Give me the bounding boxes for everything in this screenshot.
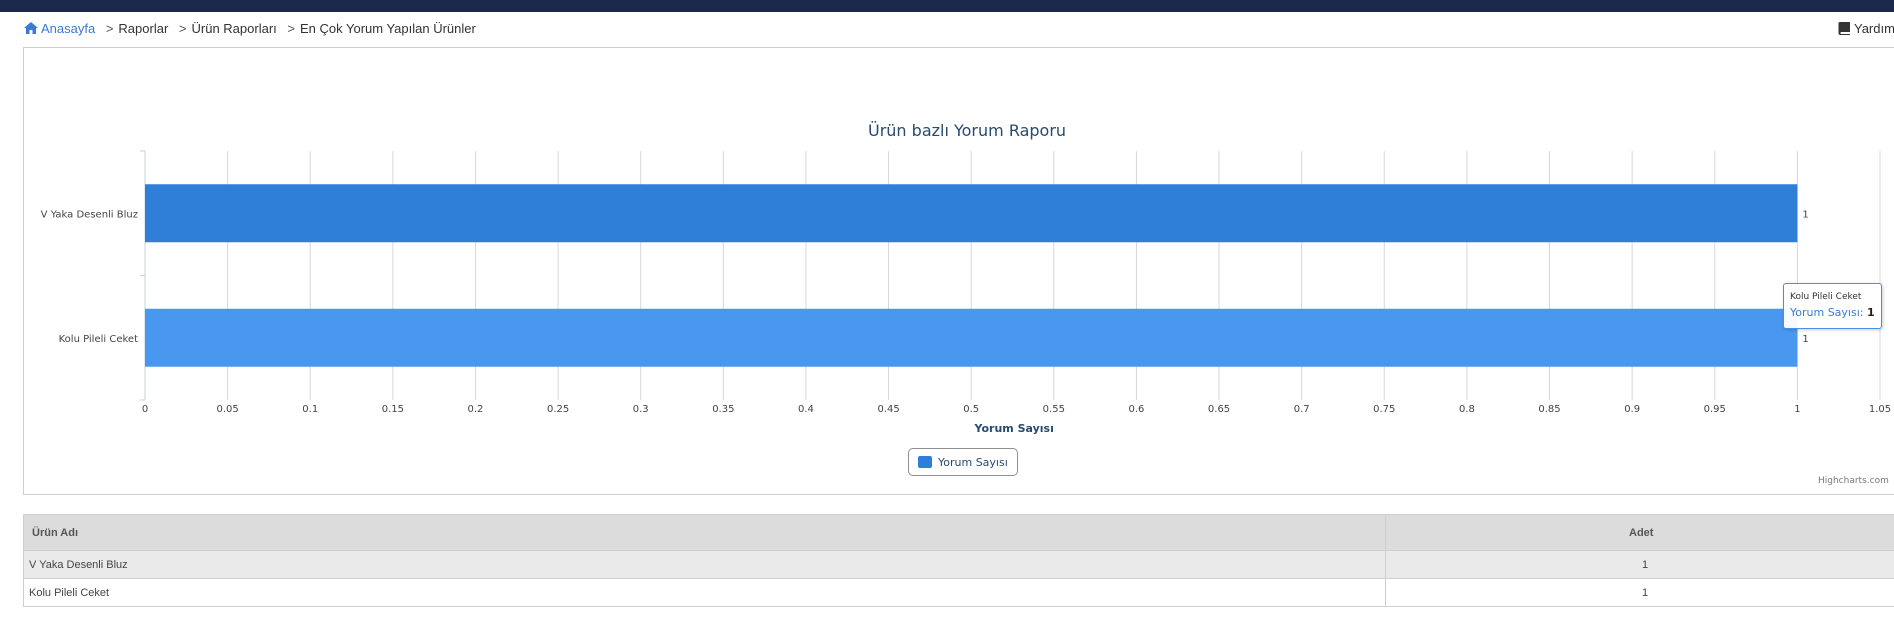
table-cell-qty: 1: [1385, 550, 1894, 579]
x-tick-label: 0.25: [547, 404, 569, 415]
report-table: Ürün Adı Adet V Yaka Desenli Bluz 1 Kolu…: [23, 514, 1894, 607]
y-category-label: Kolu Pileli Ceket: [59, 334, 138, 345]
x-tick-label: 0.55: [1043, 404, 1065, 415]
tooltip-title: Kolu Pileli Ceket: [1790, 292, 1862, 302]
x-tick-label: 0.8: [1459, 404, 1475, 415]
highcharts-credits[interactable]: Highcharts.com: [1818, 476, 1889, 486]
x-tick-label: 1: [1794, 404, 1800, 415]
table-row: Kolu Pileli Ceket 1: [23, 578, 1894, 607]
legend-label: Yorum Sayısı: [938, 455, 1008, 469]
x-tick-label: 0.65: [1208, 404, 1230, 415]
table-header-row: Ürün Adı Adet: [23, 514, 1894, 551]
x-tick-label: 0.4: [798, 404, 814, 415]
x-tick-label: 0.5: [963, 404, 979, 415]
tooltip-series: Yorum Sayısı:: [1790, 306, 1864, 319]
x-tick-label: 0.7: [1294, 404, 1310, 415]
table-cell-name: V Yaka Desenli Bluz: [23, 550, 1386, 579]
x-tick-label: 0.05: [216, 404, 238, 415]
x-tick-label: 0: [142, 404, 148, 415]
x-tick-label: 0.1: [302, 404, 318, 415]
legend-item-yorum-sayisi[interactable]: Yorum Sayısı: [908, 448, 1018, 476]
x-axis-title: Yorum Sayısı: [974, 422, 1054, 435]
table-cell-name: Kolu Pileli Ceket: [23, 578, 1386, 607]
y-category-label: V Yaka Desenli Bluz: [41, 209, 138, 220]
chart-title: Ürün bazlı Yorum Raporu: [868, 121, 1067, 140]
x-tick-label: 0.75: [1373, 404, 1395, 415]
x-tick-label: 1.05: [1869, 404, 1891, 415]
chart-tooltip: Kolu Pileli Ceket Yorum Sayısı: 1: [1783, 283, 1882, 329]
table-cell-qty: 1: [1385, 578, 1894, 607]
legend-swatch: [918, 456, 932, 468]
bar: [145, 184, 1798, 243]
x-tick-label: 0.45: [877, 404, 899, 415]
x-tick-label: 0.6: [1128, 404, 1144, 415]
x-tick-label: 0.85: [1538, 404, 1560, 415]
table-row: V Yaka Desenli Bluz 1: [23, 550, 1894, 579]
x-tick-label: 0.35: [712, 404, 734, 415]
x-tick-label: 0.9: [1624, 404, 1640, 415]
tooltip-value: 1: [1866, 306, 1875, 319]
column-header-quantity-label: Adet: [1629, 526, 1654, 539]
data-label: 1: [1802, 209, 1808, 220]
x-tick-label: 0.2: [468, 404, 484, 415]
x-tick-label: 0.15: [382, 404, 404, 415]
data-label: 1: [1802, 334, 1808, 345]
tooltip-line: Yorum Sayısı: 1: [1790, 306, 1875, 319]
x-tick-label: 0.95: [1704, 404, 1726, 415]
column-header-quantity[interactable]: Adet: [1385, 514, 1894, 551]
x-tick-label: 0.3: [633, 404, 649, 415]
column-header-product-name[interactable]: Ürün Adı: [23, 514, 1386, 551]
bar: [145, 308, 1798, 367]
